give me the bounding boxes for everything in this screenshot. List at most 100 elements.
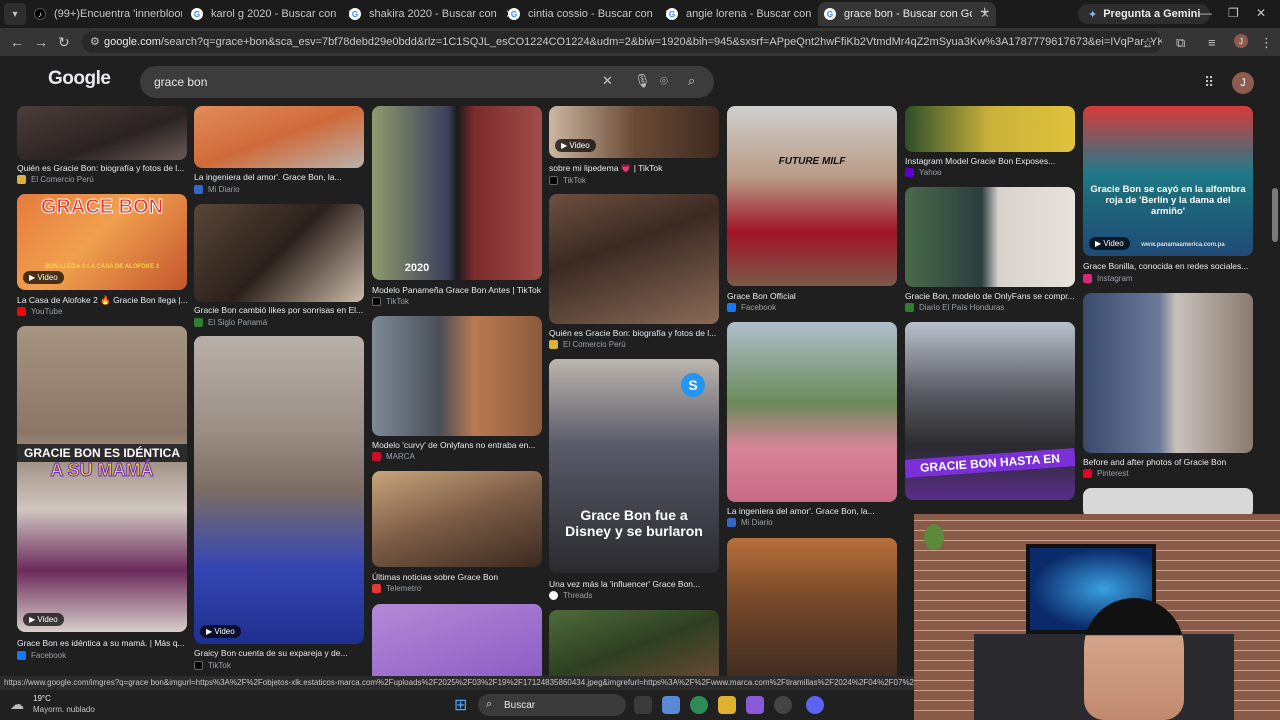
result-image[interactable] bbox=[17, 106, 187, 160]
restore-icon[interactable]: ❐ bbox=[1228, 6, 1239, 20]
result-title[interactable]: Instagram Model Gracie Bon Exposes... bbox=[905, 156, 1075, 166]
video-badge: ▶ Video bbox=[23, 271, 64, 284]
result-image[interactable] bbox=[549, 194, 719, 324]
result-image[interactable] bbox=[194, 204, 364, 302]
result-title[interactable]: Quién es Gracie Bon: biografía y fotos d… bbox=[549, 328, 719, 338]
result-source: Instagram bbox=[1083, 274, 1133, 283]
result-image[interactable]: GRACIE BON HASTA EN bbox=[905, 322, 1075, 500]
result-image[interactable] bbox=[727, 322, 897, 502]
more-menu-icon[interactable]: ⋮ bbox=[1260, 35, 1273, 51]
search-icon[interactable]: ⌕ bbox=[688, 73, 695, 89]
account-avatar[interactable]: J bbox=[1232, 72, 1254, 94]
result-image[interactable]: GRACE BON BON LLEGA A LA CASA DE ALOFOKE… bbox=[17, 194, 187, 290]
app-icon[interactable] bbox=[774, 696, 792, 714]
extensions-icon[interactable]: ⧉ bbox=[1176, 35, 1185, 51]
result-image[interactable] bbox=[727, 538, 897, 676]
result-title[interactable]: Modelo 'curvy' de Onlyfans no entraba en… bbox=[372, 440, 542, 450]
result-title[interactable]: Graicy Bon cuenta de su expareja y de... bbox=[194, 648, 364, 658]
back-arrow-icon[interactable]: ← bbox=[10, 34, 24, 50]
result-image[interactable]: ▶ Video bbox=[549, 106, 719, 158]
result-image[interactable]: S Grace Bon fue a Disney y se burlaron bbox=[549, 359, 719, 573]
result-image[interactable]: 2020 bbox=[372, 106, 542, 280]
link-status-bar: https://www.google.com/imgres?q=grace bo… bbox=[0, 676, 914, 690]
task-view-icon[interactable] bbox=[634, 696, 652, 714]
result-title[interactable]: Quién es Gracie Bon: biografía y fotos d… bbox=[17, 163, 187, 173]
chrome-icon[interactable] bbox=[690, 696, 708, 714]
site-info-icon[interactable]: ⚙ bbox=[90, 35, 100, 48]
result-image[interactable] bbox=[194, 106, 364, 168]
file-explorer-icon[interactable] bbox=[718, 696, 736, 714]
el-comercio-icon bbox=[17, 175, 26, 184]
result-source: El Comercio Perú bbox=[549, 340, 626, 349]
result-title[interactable]: Gracie Bon, modelo de OnlyFans se compr.… bbox=[905, 291, 1075, 301]
result-title[interactable]: Gracie Bon cambió likes por sonrisas en … bbox=[194, 305, 364, 315]
forward-arrow-icon[interactable]: → bbox=[34, 34, 48, 50]
reading-list-icon[interactable]: ≡ bbox=[1208, 35, 1216, 50]
result-image[interactable]: Gracie Bon se cayó en la alfombra roja d… bbox=[1083, 106, 1253, 256]
tab-search-button[interactable]: ▾ bbox=[4, 3, 26, 25]
result-image[interactable] bbox=[372, 316, 542, 436]
ask-gemini-button[interactable]: ✦ Pregunta a Gemini bbox=[1078, 4, 1211, 24]
result-title[interactable]: Modelo Panameña Grace Bon Antes | TikTok bbox=[372, 285, 542, 295]
result-image[interactable] bbox=[549, 610, 719, 676]
result-title[interactable]: Últimas noticias sobre Grace Bon bbox=[372, 572, 542, 582]
new-tab-button[interactable]: + bbox=[980, 4, 989, 22]
address-bar[interactable]: ⚙ google.com/search?q=grace+bon&sca_esv=… bbox=[82, 31, 1162, 53]
result-title[interactable]: La ingeniera del amor'. Grace Bon, la... bbox=[727, 506, 897, 516]
tab-cintia-cossio[interactable]: G cintia cossio - Buscar con Goog ✕ bbox=[502, 2, 680, 26]
result-title[interactable]: Before and after photos of Gracie Bon bbox=[1083, 457, 1253, 467]
discord-icon[interactable] bbox=[806, 696, 824, 714]
windows-taskbar: ☁ 19°C Mayorm. nublado ⊞ ⌕ Buscar bbox=[0, 690, 914, 720]
tab-grace-bon[interactable]: G grace bon - Buscar con Google ✕ bbox=[818, 2, 997, 26]
result-image[interactable] bbox=[1083, 293, 1253, 453]
microphone-icon[interactable]: 🎙 bbox=[634, 73, 651, 89]
result-source: TikTok bbox=[549, 176, 586, 185]
result-title[interactable]: Grace Bon Official bbox=[727, 291, 897, 301]
cloud-weather-icon[interactable]: ☁ bbox=[10, 696, 24, 713]
youtube-icon bbox=[17, 307, 26, 316]
tab-angie-lorena[interactable]: G angie lorena - Buscar con Goog ✕ bbox=[660, 2, 838, 26]
yahoo-icon bbox=[905, 168, 914, 177]
video-badge: ▶ Video bbox=[555, 139, 596, 152]
m365-icon[interactable] bbox=[662, 696, 680, 714]
result-image[interactable]: ▶ Video bbox=[194, 336, 364, 644]
clear-search-icon[interactable]: ✕ bbox=[602, 73, 613, 89]
tiktok-icon bbox=[194, 661, 203, 670]
result-image[interactable] bbox=[905, 187, 1075, 287]
result-title[interactable]: Una vez más la 'influencer' Grace Bon... bbox=[549, 579, 719, 589]
page-scrollbar[interactable] bbox=[1272, 188, 1278, 242]
app-icon[interactable] bbox=[746, 696, 764, 714]
result-title[interactable]: Grace Bon es idéntica a su mamá. | Más q… bbox=[17, 638, 187, 648]
windows-start-icon[interactable]: ⊞ bbox=[454, 695, 467, 715]
result-image[interactable]: FUTURE MILF bbox=[727, 106, 897, 286]
google-logo[interactable]: Google bbox=[48, 68, 111, 90]
result-image[interactable]: GRACIE BON ES IDÉNTICA A SU MAMÁ ▶ Video bbox=[17, 326, 187, 632]
browser-profile-avatar[interactable]: J bbox=[1234, 34, 1248, 48]
search-input[interactable]: grace bon bbox=[140, 66, 714, 98]
facebook-icon bbox=[17, 651, 26, 660]
result-source: Yahoo bbox=[905, 168, 942, 177]
result-image[interactable] bbox=[905, 106, 1075, 152]
minimize-icon[interactable]: — bbox=[1200, 6, 1212, 20]
gemini-icon: ✦ bbox=[1088, 8, 1098, 21]
chevron-down-icon: ▾ bbox=[12, 8, 18, 20]
result-title[interactable]: La Casa de Alofoke 2 🔥 Gracie Bon llega … bbox=[17, 295, 187, 306]
tab-shakira[interactable]: G shakira 2020 - Buscar con Goog ✕ bbox=[343, 2, 521, 26]
tab-karol-g[interactable]: G karol g 2020 - Buscar con Goog ✕ bbox=[185, 2, 363, 26]
result-image[interactable] bbox=[372, 604, 542, 676]
bookmark-star-icon[interactable]: ☆ bbox=[1142, 35, 1154, 51]
tab-tiktok[interactable]: ♪ (99+)Encuentra 'innerbloom' en ✕ bbox=[28, 2, 206, 26]
result-image[interactable] bbox=[372, 471, 542, 567]
tiktok-icon bbox=[372, 297, 381, 306]
el-pais-icon bbox=[905, 303, 914, 312]
result-title[interactable]: sobre mi lipedema 💗 | TikTok bbox=[549, 163, 719, 174]
taskbar-search[interactable]: ⌕ Buscar bbox=[478, 694, 626, 716]
lens-camera-icon[interactable]: ⌾ bbox=[660, 73, 668, 89]
close-window-icon[interactable]: ✕ bbox=[1256, 6, 1266, 20]
google-apps-icon[interactable]: ⠿ bbox=[1204, 74, 1214, 91]
result-source: Facebook bbox=[727, 303, 776, 312]
result-title[interactable]: La ingeniera del amor'. Grace Bon, la... bbox=[194, 172, 364, 182]
result-title[interactable]: Grace Bonilla, conocida en redes sociale… bbox=[1083, 261, 1253, 271]
reload-icon[interactable]: ↻ bbox=[58, 34, 70, 51]
result-source: TikTok bbox=[194, 661, 231, 670]
